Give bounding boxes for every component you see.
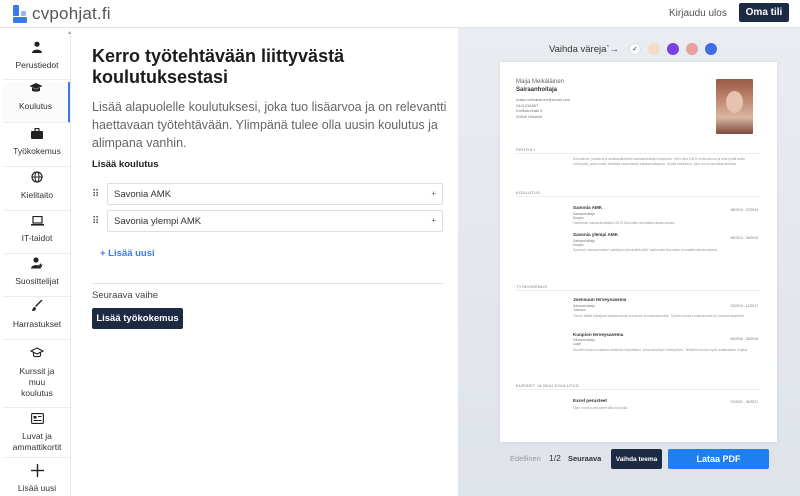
expand-icon[interactable]: +	[431, 189, 436, 198]
cv-edu-title: Savonia ylempi AMK	[573, 232, 619, 237]
sidebar-item-kielitaito[interactable]: Kielitaito	[3, 171, 70, 211]
education-item[interactable]: Savonia ylempi AMK +	[107, 210, 443, 232]
education-item[interactable]: Savonia AMK +	[107, 183, 443, 205]
page-lead: Lisää alapuolelle koulutuksesi, joka tuo…	[92, 100, 447, 150]
color-swatch-white[interactable]: ✓	[629, 43, 641, 55]
account-button[interactable]: Oma tili	[739, 3, 789, 22]
cv-name: Maija Meikäläinen	[516, 79, 565, 85]
sidebar: Perustiedot Koulutus Työkokemus Kielitai…	[3, 31, 71, 496]
divider	[92, 283, 443, 284]
cv-work-date: 06/2016 - 05/2018	[730, 337, 758, 341]
cv-work-date: 03/2015 - 12/2017	[730, 304, 758, 308]
brand-name: cvpohjat.fi	[32, 4, 111, 23]
previous-page-button[interactable]: Edellinen	[510, 454, 541, 463]
color-swatch-beige[interactable]	[648, 43, 660, 55]
cv-course-date: 07/2021 - 08/2021	[730, 400, 758, 404]
logo-icon	[13, 5, 27, 23]
sidebar-item-luvat[interactable]: Luvat ja ammattikortit	[3, 410, 70, 458]
cv-edu-date: 08/2013 - 06/2015	[730, 236, 758, 240]
sidebar-item-suosittelijat[interactable]: Suosittelijat	[3, 257, 70, 297]
plus-icon	[30, 464, 44, 480]
add-education-link[interactable]: + Lisää uusi	[100, 248, 155, 259]
drag-handle-icon[interactable]: ⠿	[92, 216, 106, 227]
briefcase-icon	[31, 127, 43, 143]
download-pdf-button[interactable]: Lataa PDF	[668, 449, 769, 469]
cv-photo	[716, 79, 753, 134]
cv-section-profile: PROFIILI	[516, 147, 536, 152]
main-content: Kerro työtehtävään liittyvästä koulutuks…	[92, 46, 452, 152]
sidebar-item-lisaa-uusi[interactable]: Lisää uusi	[3, 461, 70, 496]
brand[interactable]: cvpohjat.fi	[13, 4, 111, 24]
education-row[interactable]: ⠿ Savonia AMK +	[92, 183, 443, 205]
next-step-heading: Seuraava vaihe	[92, 290, 159, 301]
change-colors-label: Vaihda väreja`→	[549, 44, 620, 55]
sidebar-item-kurssit[interactable]: Kurssit ja muu koulutus	[3, 343, 70, 408]
color-swatch-blue[interactable]	[705, 43, 717, 55]
top-bar: cvpohjat.fi Kirjaudu ulos Oma tili	[0, 0, 800, 28]
change-theme-button[interactable]: Vaihda teema	[611, 449, 662, 469]
cv-section-work: TYÖKOKEMUS	[516, 284, 548, 289]
cv-edu-date: 08/2010 - 07/2013	[730, 208, 758, 212]
graduation-cap-icon	[29, 82, 43, 98]
cv-work-title: Joensuun terveysasema	[573, 297, 627, 302]
sidebar-item-it-taidot[interactable]: IT-taidot	[3, 214, 70, 254]
page-title: Kerro työtehtävään liittyvästä koulutuks…	[92, 46, 345, 87]
laptop-icon	[30, 214, 44, 230]
cv-profile-text: Kokotunne, joustava ja asiakaslähtöinen …	[573, 157, 745, 166]
cv-course-title: Excel perusteet	[573, 398, 607, 403]
education-row[interactable]: ⠿ Savonia ylempi AMK +	[92, 210, 443, 232]
cv-preview-page: Maija Meikäläinen Sairaanhoitaja maija.m…	[500, 62, 777, 442]
sidebar-item-koulutus[interactable]: Koulutus	[3, 82, 70, 123]
cv-job-title: Sairaanhoitaja	[516, 87, 558, 93]
color-swatch-pink[interactable]	[686, 43, 698, 55]
cv-contact: maija.meikalainen@email.com 0441234567 K…	[516, 97, 571, 119]
logout-link[interactable]: Kirjaudu ulos	[669, 8, 727, 19]
sidebar-item-perustiedot[interactable]: Perustiedot	[3, 41, 70, 80]
drag-handle-icon[interactable]: ⠿	[92, 189, 106, 200]
page-indicator: 1/2	[549, 453, 561, 463]
sidebar-item-harrastukset[interactable]: Harrastukset	[3, 299, 70, 340]
person-icon	[31, 41, 43, 57]
paintbrush-icon	[31, 299, 43, 316]
add-education-heading: Lisää koulutus	[92, 159, 159, 170]
cv-work-title: Kuopion terveysasema	[573, 332, 624, 337]
sidebar-item-tyokokemus[interactable]: Työkokemus	[3, 127, 70, 167]
cv-section-education: KOULUTUS	[516, 190, 541, 195]
add-work-experience-button[interactable]: Lisää työkokemus	[92, 308, 183, 329]
color-swatch-purple[interactable]	[667, 43, 679, 55]
user-star-icon	[31, 257, 43, 273]
chevron-up-icon[interactable]: ▲	[67, 30, 72, 36]
mortarboard-outline-icon	[29, 347, 45, 363]
next-page-button[interactable]: Seuraava	[568, 454, 601, 463]
expand-icon[interactable]: +	[431, 216, 436, 225]
globe-icon	[31, 171, 43, 187]
cv-section-courses: KURSSIT JA MUU KOULUTUS	[516, 383, 579, 388]
cv-edu-title: Savonia AMK	[573, 205, 603, 210]
id-card-icon	[30, 412, 44, 428]
